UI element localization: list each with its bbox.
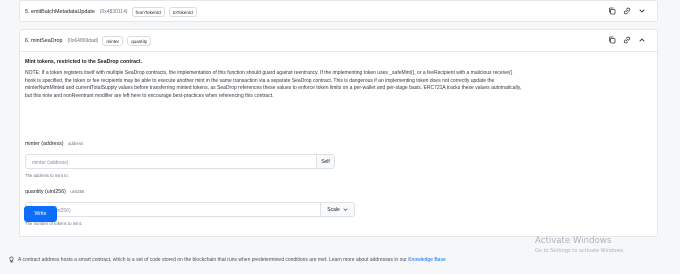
description-line: hook is specified, the token or fee reci… [25, 77, 495, 84]
input-type: address [67, 141, 84, 146]
function-name: 6. mintSeaDrop [25, 38, 63, 44]
link-icon[interactable] [622, 35, 632, 45]
description-line: minterNumMinted and currentTotalSupply v… [25, 85, 522, 92]
description-line: NOTE: If a token registers itself with m… [25, 70, 513, 76]
function-selector: (0x64869dad) [67, 38, 99, 44]
param-tag: minter [102, 36, 124, 46]
input-label: quantity (uint256) [25, 189, 66, 195]
quantity-input[interactable]: quantity (uint256) Scale [25, 202, 355, 217]
lightbulb-icon [9, 256, 14, 263]
input-type: uint256 [70, 189, 85, 194]
self-button[interactable]: Self [316, 155, 334, 168]
param-tag: fromTokenId [131, 7, 165, 17]
watermark-subtitle: Go to Settings to activate Windows. [535, 248, 625, 254]
function-name: 5. emitBatchMetadataUpdate [25, 9, 95, 15]
description-line: but this note and nonReentrant modifier … [25, 92, 274, 99]
function-card-mintSeaDrop: 6. mintSeaDrop (0x64869dad) minter quant… [19, 29, 658, 237]
knowledge-base-link[interactable]: Knowledge Base [408, 257, 446, 263]
copy-icon[interactable] [607, 6, 617, 16]
function-body: Mint tokens, restricted to the SeaDrop c… [25, 59, 645, 100]
input-placeholder: minter (address) [32, 159, 69, 166]
card-divider [20, 51, 657, 52]
windows-activation-watermark: Activate Windows Go to Settings to activ… [535, 236, 625, 254]
quantity-label-row: quantity (uint256) uint256 [25, 189, 84, 195]
minter-input[interactable]: minter (address) Self [25, 154, 335, 169]
function-notice: Mint tokens, restricted to the SeaDrop c… [25, 59, 143, 65]
chevron-down-icon[interactable] [637, 6, 647, 16]
param-tag: toTokenId [168, 7, 197, 17]
footer-text: A contract address hosts a smart contrac… [18, 256, 407, 263]
scale-label: Scale [327, 206, 340, 213]
watermark-title: Activate Windows [535, 236, 612, 246]
link-icon[interactable] [622, 6, 632, 16]
write-button[interactable]: Write [24, 206, 57, 222]
function-card-emitBatchMetadataUpdate[interactable]: 5. emitBatchMetadataUpdate (0x4830114) f… [19, 0, 658, 22]
function-header[interactable]: 6. mintSeaDrop (0x64869dad) minter quant… [25, 30, 152, 52]
input-help: The address to mint to. [25, 173, 69, 178]
footer-note: A contract address hosts a smart contrac… [8, 256, 446, 263]
chevron-down-icon [343, 208, 348, 211]
input-label: minter (address) [25, 141, 64, 147]
scale-dropdown[interactable]: Scale [320, 203, 354, 216]
param-tag: quantity [127, 36, 152, 46]
function-description: NOTE: If a token registers itself with m… [25, 70, 645, 100]
copy-icon[interactable] [607, 35, 617, 45]
minter-label-row: minter (address) address [25, 141, 83, 147]
chevron-up-icon[interactable] [637, 35, 647, 45]
function-selector: (0x4830114) [99, 9, 128, 15]
function-header[interactable]: 5. emitBatchMetadataUpdate (0x4830114) f… [25, 1, 197, 23]
